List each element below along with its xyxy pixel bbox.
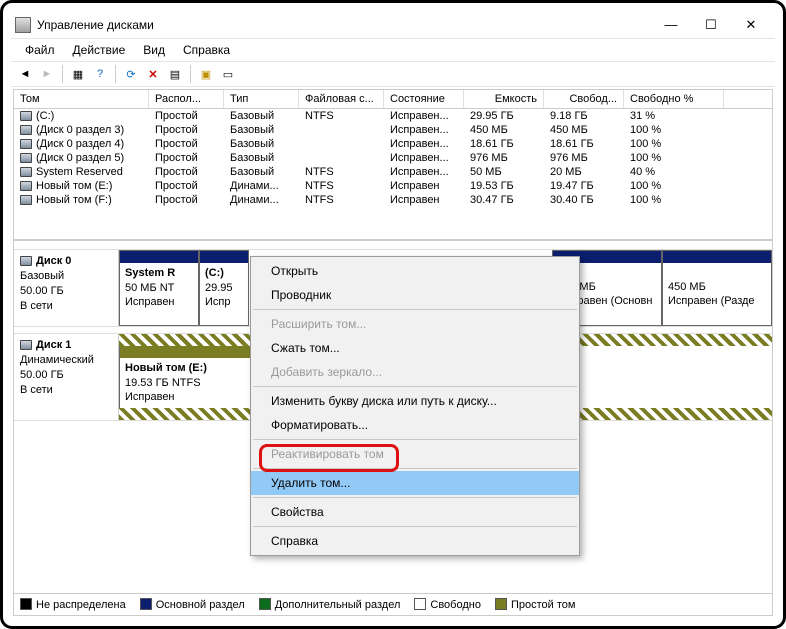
separator (62, 65, 63, 83)
context-item[interactable]: Справка (251, 529, 579, 553)
drive-icon (20, 167, 32, 177)
context-menu[interactable]: ОткрытьПроводник Расширить том...Сжать то… (250, 256, 580, 556)
separator (115, 65, 116, 83)
context-item: Реактивировать том (251, 442, 579, 466)
disk0-part-system-reserved[interactable]: System R50 МБ NTИсправен (119, 250, 199, 326)
menu-action[interactable]: Действие (65, 41, 134, 59)
menubar: Файл Действие Вид Справка (11, 39, 775, 61)
col-pct[interactable]: Свободно % (624, 90, 724, 108)
col-capacity[interactable]: Емкость (464, 90, 544, 108)
app-icon (15, 17, 31, 33)
forward-button[interactable]: ► (37, 64, 57, 84)
volume-list[interactable]: (C:)ПростойБазовыйNTFSИсправен...29.95 Г… (14, 109, 772, 239)
col-volume[interactable]: Том (14, 90, 149, 108)
maximize-button[interactable]: ☐ (691, 13, 731, 37)
toolbar: ◄ ► ▦ ? ⟳ ✕ ▤ ▣ ▭ (11, 61, 775, 87)
legend: Не распределена Основной раздел Дополнит… (14, 593, 772, 615)
disk-icon (20, 256, 32, 266)
context-item: Расширить том... (251, 312, 579, 336)
titlebar: Управление дисками — ☐ ✕ (11, 11, 775, 39)
col-fs[interactable]: Файловая с... (299, 90, 384, 108)
drive-icon (20, 111, 32, 121)
toolbar-refresh[interactable]: ⟳ (121, 64, 141, 84)
drive-icon (20, 181, 32, 191)
separator (190, 65, 191, 83)
context-item[interactable]: Проводник (251, 283, 579, 307)
disk0-part-c[interactable]: (C:)29.95Испр (199, 250, 249, 326)
context-item[interactable]: Открыть (251, 259, 579, 283)
toolbar-help[interactable]: ? (90, 64, 110, 84)
col-layout[interactable]: Распол... (149, 90, 224, 108)
context-item[interactable]: Удалить том... (251, 471, 579, 495)
partition-header-bar (120, 251, 198, 263)
volume-row[interactable]: (C:)ПростойБазовыйNTFSИсправен...29.95 Г… (14, 109, 772, 123)
toolbar-pane-top[interactable]: ▦ (68, 64, 88, 84)
legend-unallocated: Не распределена (20, 598, 126, 611)
minimize-button[interactable]: — (651, 13, 691, 37)
drive-icon (20, 125, 32, 135)
drive-icon (20, 195, 32, 205)
volume-row[interactable]: (Диск 0 раздел 4)ПростойБазовыйИсправен.… (14, 137, 772, 151)
toolbar-delete[interactable]: ✕ (143, 64, 163, 84)
context-item[interactable]: Свойства (251, 500, 579, 524)
legend-free: Свободно (414, 598, 481, 611)
context-item[interactable]: Форматировать... (251, 413, 579, 437)
volume-row[interactable]: (Диск 0 раздел 3)ПростойБазовыйИсправен.… (14, 123, 772, 137)
partition-header-bar (663, 251, 771, 263)
context-item[interactable]: Изменить букву диска или путь к диску... (251, 389, 579, 413)
volume-row[interactable]: Новый том (F:)ПростойДинами...NTFSИсправ… (14, 193, 772, 207)
volume-list-header: Том Распол... Тип Файловая с... Состояни… (14, 90, 772, 109)
volume-row[interactable]: Новый том (E:)ПростойДинами...NTFSИсправ… (14, 179, 772, 193)
menu-help[interactable]: Справка (175, 41, 238, 59)
col-type[interactable]: Тип (224, 90, 299, 108)
toolbar-properties[interactable]: ▤ (165, 64, 185, 84)
close-button[interactable]: ✕ (731, 13, 771, 37)
disk0-part-450[interactable]: 450 МБИсправен (Разде (662, 250, 772, 326)
partition-header-bar (200, 251, 248, 263)
disk-icon (20, 340, 32, 350)
menu-view[interactable]: Вид (135, 41, 173, 59)
disk1-info: Диск 1 Динамический 50.00 ГБ В сети (14, 334, 119, 420)
toolbar-layout[interactable]: ▭ (218, 64, 238, 84)
context-item[interactable]: Сжать том... (251, 336, 579, 360)
volume-row[interactable]: System ReservedПростойБазовыйNTFSИсправе… (14, 165, 772, 179)
toolbar-rescan[interactable]: ▣ (196, 64, 216, 84)
legend-extended: Дополнительный раздел (259, 598, 401, 611)
volume-row[interactable]: (Диск 0 раздел 5)ПростойБазовыйИсправен.… (14, 151, 772, 165)
legend-primary: Основной раздел (140, 598, 245, 611)
menu-file[interactable]: Файл (17, 41, 63, 59)
legend-simple: Простой том (495, 598, 575, 611)
window-title: Управление дисками (37, 18, 651, 32)
drive-icon (20, 139, 32, 149)
disk0-info: Диск 0 Базовый 50.00 ГБ В сети (14, 250, 119, 326)
col-free[interactable]: Свобод... (544, 90, 624, 108)
back-button[interactable]: ◄ (15, 64, 35, 84)
col-state[interactable]: Состояние (384, 90, 464, 108)
drive-icon (20, 153, 32, 163)
context-item: Добавить зеркало... (251, 360, 579, 384)
